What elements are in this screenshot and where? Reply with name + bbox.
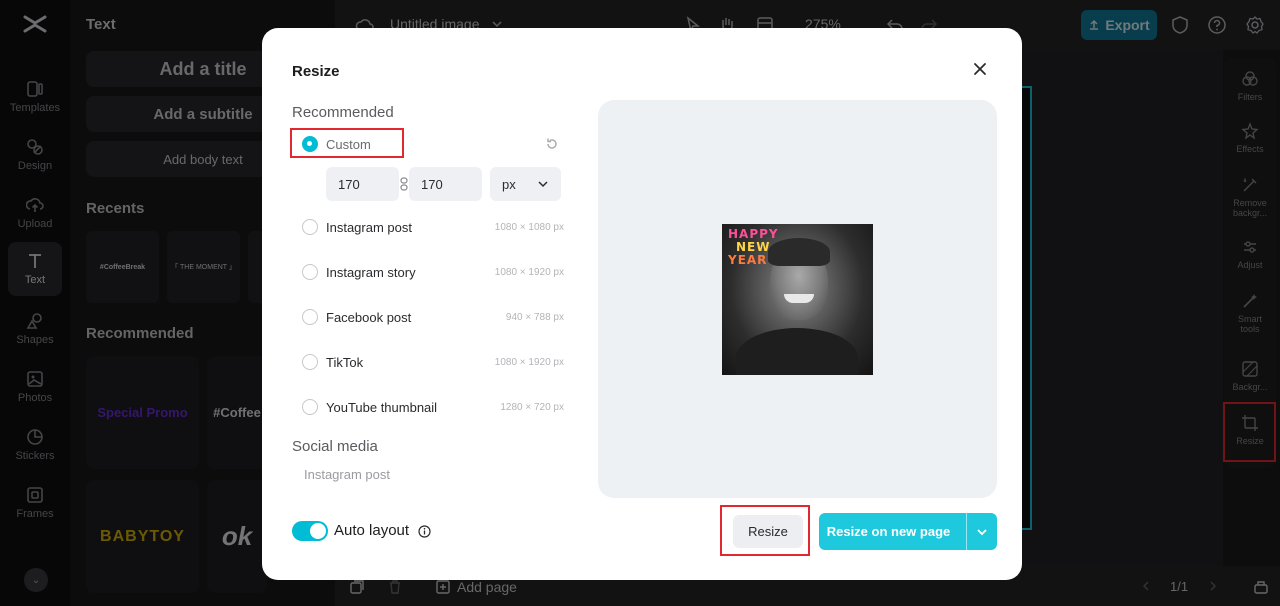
option-dimensions: 1080 × 1080 px [494,221,564,233]
resize-preview: HAPPY NEW YEAR [598,100,997,498]
height-input[interactable] [409,167,482,201]
option-label: Instagram post [326,219,412,235]
resize-options-dropdown[interactable] [967,513,997,550]
link-ratio-icon[interactable] [399,177,409,191]
recommended-label: Recommended [292,104,394,121]
photo-body [736,328,858,375]
resize-on-new-page-button[interactable]: Resize on new page [819,513,966,550]
photo-smile [784,294,814,303]
close-icon[interactable] [969,58,991,80]
option-label: YouTube thumbnail [326,399,438,415]
option-dimensions: 940 × 788 px [505,311,564,323]
reset-icon[interactable] [545,137,559,151]
option-dimensions: 1080 × 1920 px [494,266,564,278]
unit-value: px [502,176,516,192]
option-instagram-story[interactable]: Instagram story 1080 × 1920 px [302,261,564,283]
option-label: Instagram story [326,264,416,280]
option-tiktok[interactable]: TikTok 1080 × 1920 px [302,351,564,373]
radio-custom[interactable] [302,136,318,152]
option-youtube-thumbnail[interactable]: YouTube thumbnail 1280 × 720 px [302,396,564,418]
resize-dialog: Resize Recommended Custom px Instagram p… [262,28,1022,580]
radio-button[interactable] [302,219,318,235]
option-label: TikTok [326,354,364,370]
social-media-label: Social media [292,438,378,455]
info-icon[interactable] [418,525,431,538]
new-year-overlay-text: HAPPY NEW YEAR [728,228,779,267]
radio-button[interactable] [302,309,318,325]
radio-button[interactable] [302,264,318,280]
resize-button[interactable]: Resize [733,515,803,548]
unit-select[interactable]: px [490,167,561,201]
auto-layout-label: Auto layout [334,522,410,539]
option-instagram-post[interactable]: Instagram post 1080 × 1080 px [302,216,564,238]
overlay-line-year: YEAR [728,253,768,267]
chevron-down-icon [977,528,987,535]
option-custom-label: Custom [326,136,371,152]
option-label: Facebook post [326,309,412,325]
radio-button[interactable] [302,354,318,370]
option-custom[interactable]: Custom [302,133,402,155]
auto-layout-toggle[interactable] [292,521,328,541]
chevron-down-icon [538,181,548,188]
radio-button[interactable] [302,399,318,415]
dialog-title: Resize [292,63,340,80]
option-dimensions: 1080 × 1920 px [494,356,564,368]
option-dimensions: 1280 × 720 px [500,401,564,413]
preview-photo: HAPPY NEW YEAR [722,224,873,375]
social-media-item[interactable]: Instagram post [304,467,390,482]
resize-on-new-page-split-button: Resize on new page [819,513,997,550]
width-input[interactable] [326,167,399,201]
option-facebook-post[interactable]: Facebook post 940 × 788 px [302,306,564,328]
